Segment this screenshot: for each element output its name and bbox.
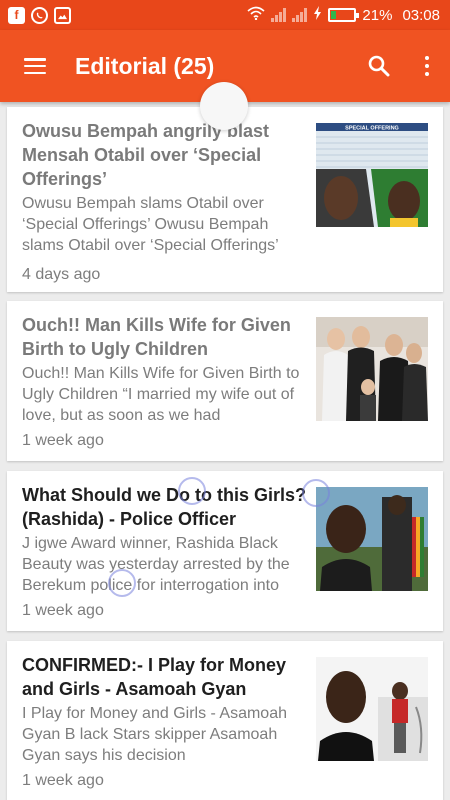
article-snippet: Owusu Bempah slams Otabil over ‘Special … bbox=[22, 195, 279, 254]
article-title: What Should we Do to this Girls? (Rashid… bbox=[22, 485, 306, 529]
thumb-caption: SPECIAL OFFERING bbox=[345, 126, 399, 132]
touch-indicator bbox=[302, 479, 330, 507]
image-icon bbox=[54, 6, 71, 24]
overflow-menu-button[interactable] bbox=[404, 30, 450, 102]
article-thumbnail bbox=[316, 317, 428, 421]
article-snippet: Ouch!! Man Kills Wife for Given Birth to… bbox=[22, 365, 300, 424]
article-card[interactable]: What Should we Do to this Girls? (Rashid… bbox=[7, 471, 443, 631]
clock: 03:08 bbox=[402, 6, 440, 24]
signal-icon bbox=[271, 8, 287, 22]
article-time: 4 days ago bbox=[22, 266, 101, 283]
search-button[interactable] bbox=[354, 30, 404, 102]
article-title: Owusu Bempah angrily blast Mensah Otabil… bbox=[22, 121, 270, 189]
article-thumbnail bbox=[316, 487, 428, 591]
facebook-icon: f bbox=[8, 6, 25, 24]
article-card[interactable]: CONFIRMED:- I Play for Money and Girls -… bbox=[7, 641, 443, 800]
wifi-icon bbox=[247, 6, 265, 24]
search-icon bbox=[368, 55, 390, 77]
battery-icon bbox=[328, 8, 360, 22]
touch-indicator bbox=[178, 477, 206, 505]
article-title: Ouch!! Man Kills Wife for Given Birth to… bbox=[22, 315, 291, 359]
page-title: Editorial (25) bbox=[75, 52, 215, 79]
pull-refresh-indicator bbox=[200, 82, 248, 130]
article-time: 1 week ago bbox=[22, 602, 104, 619]
whatsapp-icon bbox=[31, 6, 48, 24]
status-bar: f 21% 03:08 bbox=[0, 0, 450, 30]
hamburger-icon bbox=[24, 58, 46, 74]
touch-indicator bbox=[108, 569, 136, 597]
article-title: CONFIRMED:- I Play for Money and Girls -… bbox=[22, 655, 287, 699]
signal-icon-2 bbox=[292, 8, 308, 22]
article-snippet: J igwe Award winner, Rashida Black Beaut… bbox=[22, 535, 290, 594]
article-thumbnail bbox=[316, 657, 428, 761]
article-thumbnail: SPECIAL OFFERING bbox=[316, 123, 428, 227]
article-card[interactable]: Ouch!! Man Kills Wife for Given Birth to… bbox=[7, 301, 443, 461]
charging-icon bbox=[313, 6, 322, 24]
more-vert-icon bbox=[425, 56, 429, 76]
article-card[interactable]: Owusu Bempah angrily blast Mensah Otabil… bbox=[7, 107, 443, 292]
article-time: 1 week ago bbox=[22, 432, 104, 449]
article-snippet: I Play for Money and Girls - Asamoah Gya… bbox=[22, 705, 287, 764]
battery-percent: 21% bbox=[362, 6, 393, 24]
article-time: 1 week ago bbox=[22, 772, 104, 789]
menu-button[interactable] bbox=[0, 30, 70, 102]
